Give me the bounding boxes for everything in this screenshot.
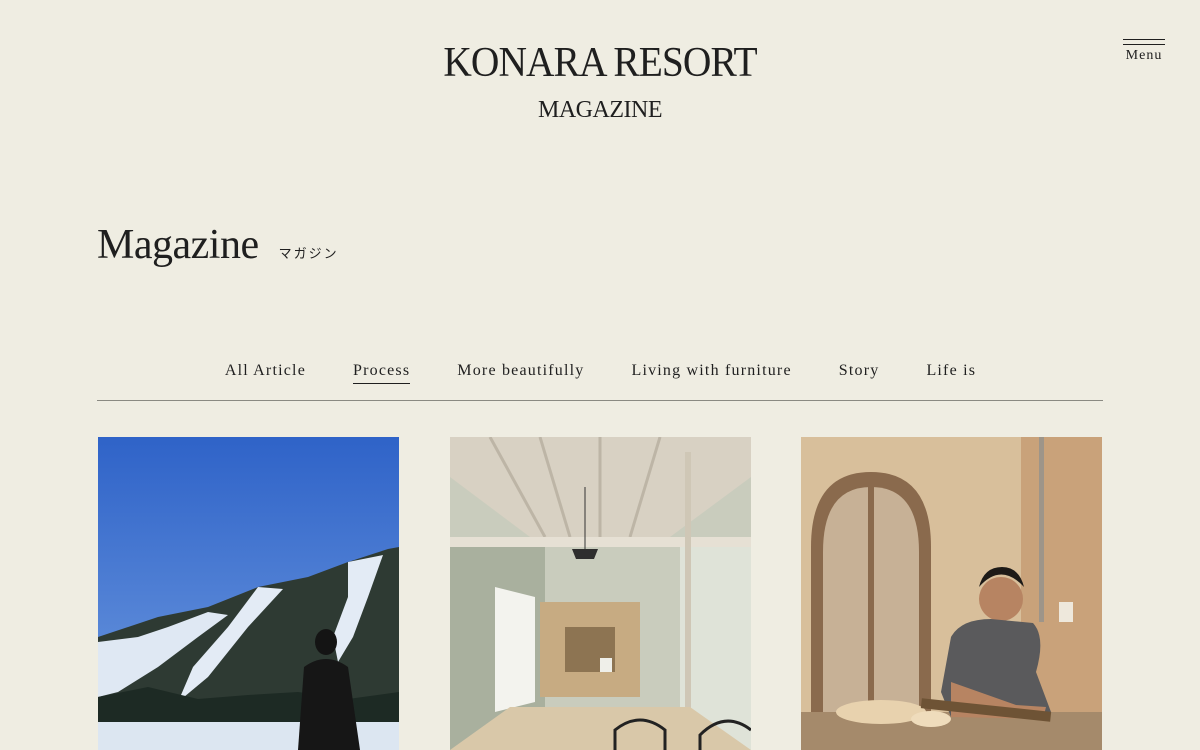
tab-life-is[interactable]: Life is (926, 361, 976, 383)
menu-button[interactable]: Menu (1120, 36, 1168, 70)
site-header: KONARA RESORT MAGAZINE (0, 0, 1200, 140)
brand-logo[interactable]: KONARA RESORT (36, 36, 1164, 90)
page-title-japanese: マガジン (278, 247, 339, 262)
hamburger-icon (1123, 39, 1165, 45)
article-card-woodworker[interactable] (801, 437, 1102, 750)
brand-subtitle: MAGAZINE (538, 97, 662, 123)
tab-living-with-furniture[interactable]: Living with furniture (631, 361, 791, 383)
article-image-interior (450, 437, 751, 750)
article-image-woodworker (801, 437, 1102, 750)
menu-label: Menu (1125, 48, 1163, 63)
tab-more-beautifully[interactable]: More beautifully (457, 361, 584, 383)
tab-all-article[interactable]: All Article (225, 361, 306, 383)
article-image-mountain (98, 437, 399, 750)
article-card-mountain[interactable] (98, 437, 399, 750)
page-title: Magazine (97, 222, 259, 268)
tab-process[interactable]: Process (353, 361, 411, 384)
page-heading: Magazine マガジン (97, 216, 339, 276)
tab-story[interactable]: Story (839, 361, 880, 383)
category-tabs: All Article Process More beautifully Liv… (97, 352, 1103, 401)
article-card-interior[interactable] (450, 437, 751, 750)
